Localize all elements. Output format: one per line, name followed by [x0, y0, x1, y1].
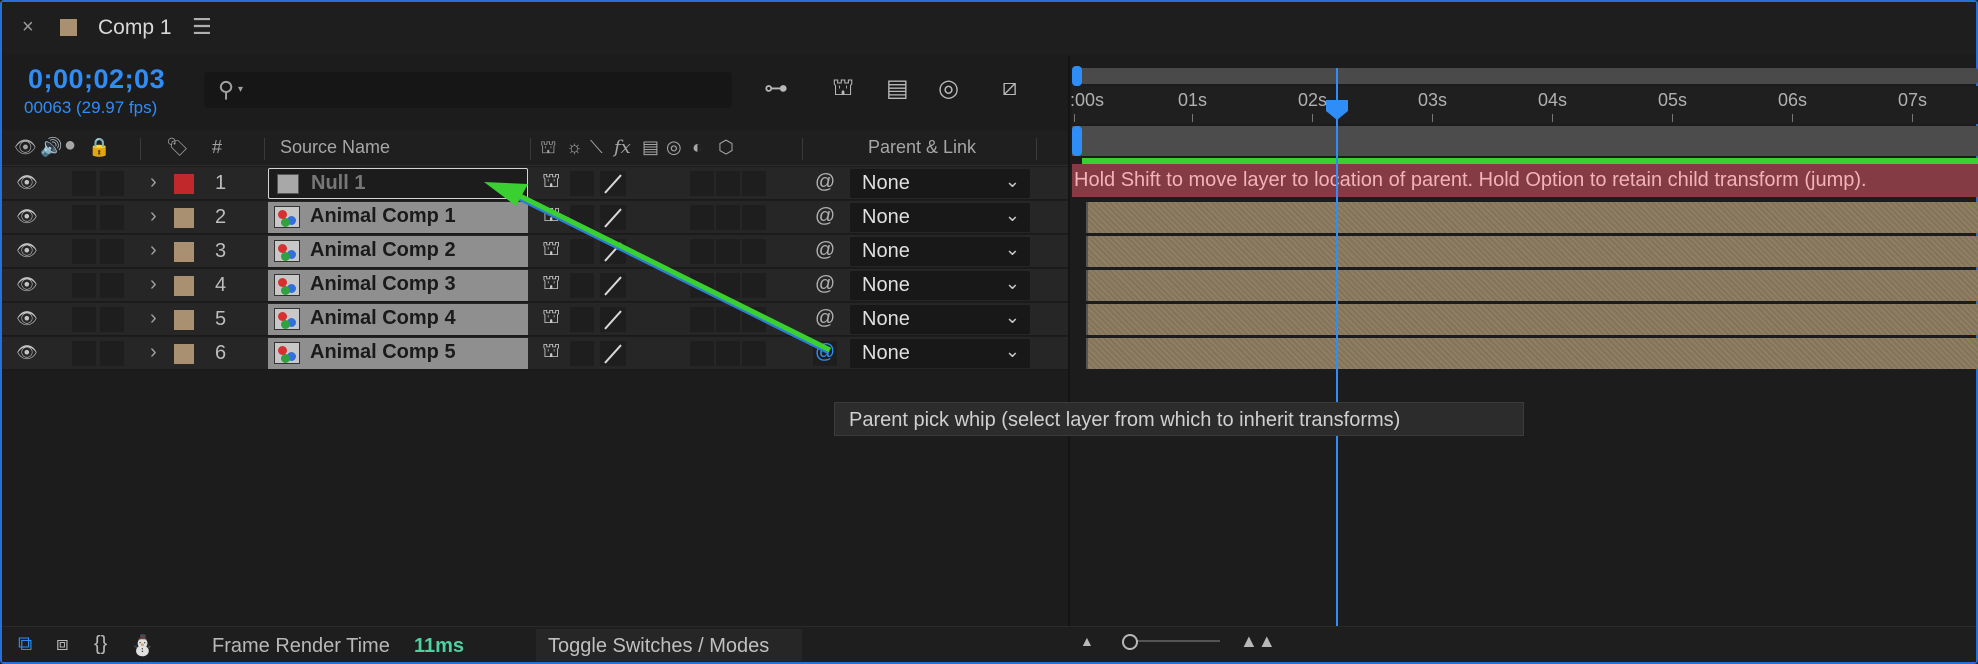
frame-render-time-value: 11ms [414, 635, 465, 657]
pick-whip-arrow [484, 182, 832, 354]
expression-icon[interactable]: {} [94, 633, 107, 656]
footer-bar: ⧉ ⧈ {} ⛄ Frame Render Time 11ms Toggle S… [2, 626, 1976, 662]
toggle-switches-modes-button[interactable]: Toggle Switches / Modes [536, 629, 802, 661]
layer-switches-icon[interactable]: ⧉ [18, 633, 32, 656]
frame-render-time-label: Frame Render Time [212, 635, 390, 657]
tooltip-text: Parent pick whip (select layer from whic… [849, 409, 1401, 431]
zoom-out-icon[interactable]: ▲ [1080, 633, 1094, 649]
render-time-icon[interactable]: ⛄ [130, 633, 155, 658]
transfer-controls-icon[interactable]: ⧈ [56, 633, 69, 656]
toggle-switches-modes-label: Toggle Switches / Modes [548, 635, 770, 657]
pick-whip-tooltip: Parent pick whip (select layer from whic… [834, 402, 1524, 436]
zoom-in-icon[interactable]: ▲▲ [1240, 631, 1276, 652]
zoom-slider-track[interactable] [1132, 640, 1220, 642]
zoom-slider-knob[interactable] [1122, 634, 1138, 650]
